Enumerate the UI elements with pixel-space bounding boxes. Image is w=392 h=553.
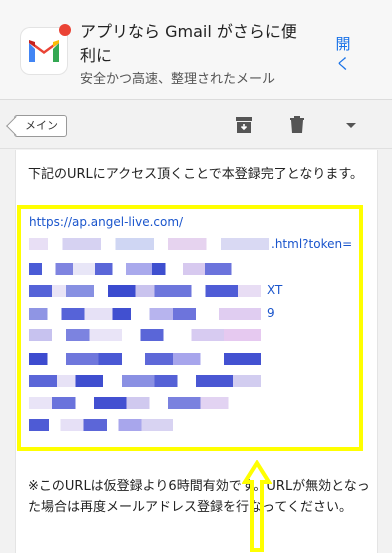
redacted-link-segment: [29, 308, 261, 320]
trash-icon[interactable]: [285, 113, 309, 137]
gmail-logo-icon: [21, 24, 71, 74]
redacted-link-segment: [29, 419, 173, 431]
mail-toolbar: メイン: [0, 101, 392, 149]
email-intro-text: 下記のURLにアクセス頂くことで本登録完了となります。: [28, 167, 364, 182]
validity-note: ※このURLは仮登録より6時間有効です。URLが無効となった場合は再度メールアド…: [28, 479, 370, 515]
dropdown-icon[interactable]: [339, 113, 363, 137]
app-promo-banner: アプリなら Gmail がさらに便利に 安全かつ高速、整理されたメール 開く: [0, 0, 392, 100]
banner-title: アプリなら Gmail がさらに便利に: [80, 22, 297, 65]
redacted-link-segment: [29, 353, 261, 365]
highlight-box: https://ap.angel-live.com/ .html?token= …: [17, 205, 363, 451]
archive-icon[interactable]: [232, 113, 256, 137]
label-chip[interactable]: メイン: [14, 115, 67, 137]
open-app-button[interactable]: 開く: [330, 34, 356, 74]
banner-subtitle: 安全かつ高速、整理されたメール: [80, 72, 276, 87]
up-arrow-annotation-icon: [242, 460, 272, 552]
email-body: 下記のURLにアクセス頂くことで本登録完了となります。 https://ap.a…: [15, 150, 378, 553]
redacted-link-segment: [29, 375, 261, 387]
activation-link-fragment[interactable]: XT: [267, 282, 282, 298]
activation-link-fragment[interactable]: 9: [267, 305, 275, 321]
redacted-link-segment: [29, 329, 261, 341]
redacted-link-segment: [29, 263, 249, 275]
redacted-link-segment: [29, 285, 261, 297]
label-chip-text: メイン: [25, 119, 58, 132]
redacted-link-segment: [29, 238, 269, 250]
activation-link[interactable]: https://ap.angel-live.com/: [29, 214, 183, 230]
redacted-link-segment: [29, 397, 261, 409]
activation-link-fragment[interactable]: .html?token=: [271, 236, 352, 252]
